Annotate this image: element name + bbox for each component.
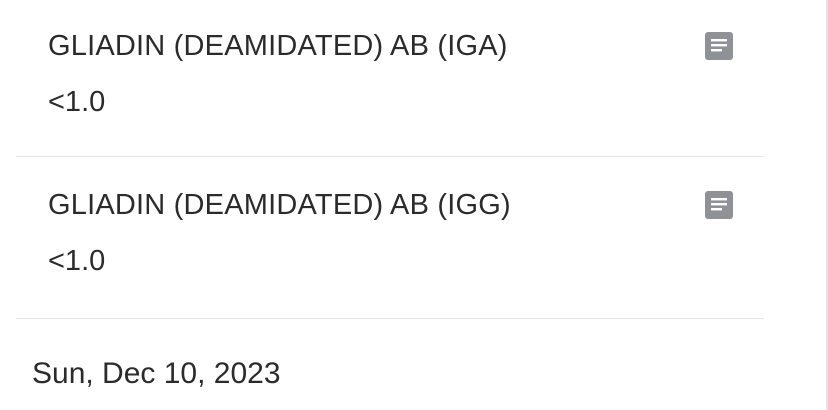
test-value: <1.0 [48, 245, 106, 277]
test-value: <1.0 [48, 86, 106, 118]
note-icon[interactable] [705, 191, 733, 219]
test-name: GLIADIN (DEAMIDATED) AB (IGG) [48, 189, 511, 221]
results-list: GLIADIN (DEAMIDATED) AB (IGA) <1.0 GLIAD… [16, 0, 764, 319]
result-row-gliadin-iga[interactable]: GLIADIN (DEAMIDATED) AB (IGA) <1.0 [16, 0, 764, 157]
lab-results-screen: GLIADIN (DEAMIDATED) AB (IGA) <1.0 GLIAD… [0, 0, 828, 410]
date-group-header: Sun, Dec 10, 2023 [32, 357, 281, 390]
result-row-gliadin-igg[interactable]: GLIADIN (DEAMIDATED) AB (IGG) <1.0 [16, 157, 764, 319]
test-name: GLIADIN (DEAMIDATED) AB (IGA) [48, 30, 508, 62]
note-icon[interactable] [705, 32, 733, 60]
